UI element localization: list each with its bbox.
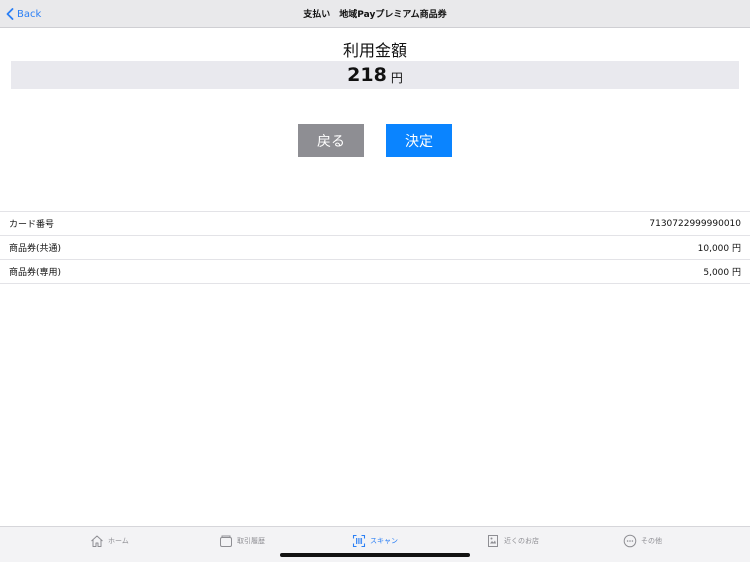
tab-scan[interactable]: スキャン: [352, 533, 398, 549]
voucher-common-label: 商品券(共通): [9, 244, 62, 254]
chevron-left-icon: [6, 8, 14, 20]
tab-history-label: 取引履歴: [237, 537, 265, 545]
back-button-label: Back: [17, 8, 42, 20]
page-title: 支払い 地域Payプレミアム商品券: [303, 10, 447, 20]
confirm-button[interactable]: 決定: [386, 124, 452, 157]
card-number-row: カード番号 7130722999990010: [0, 212, 750, 236]
card-number-value: 7130722999990010: [649, 218, 741, 229]
back-button[interactable]: Back: [6, 0, 41, 28]
tab-more-label: その他: [641, 537, 662, 545]
navigation-bar: Back 支払い 地域Payプレミアム商品券: [0, 0, 750, 28]
voucher-common-value: 10,000 円: [697, 244, 741, 254]
amount-label: 利用金額: [342, 41, 407, 60]
amount-unit: 円: [390, 71, 403, 85]
tab-more[interactable]: その他: [623, 533, 662, 549]
voucher-dedicated-row: 商品券(専用) 5,000 円: [0, 260, 750, 284]
amount-display: 218 円: [11, 61, 739, 89]
tab-scan-label: スキャン: [370, 537, 398, 545]
tab-home[interactable]: ホーム: [90, 533, 129, 549]
home-icon: [91, 535, 103, 547]
amount-value: 218: [347, 64, 387, 86]
voucher-common-row: 商品券(共通) 10,000 円: [0, 236, 750, 260]
back-action-button[interactable]: 戻る: [298, 124, 364, 157]
more-icon: [623, 534, 637, 548]
scan-icon: [352, 534, 366, 548]
home-indicator: [280, 553, 470, 557]
voucher-dedicated-label: 商品券(専用): [9, 268, 62, 278]
tab-nearby-shops-label: 近くのお店: [504, 537, 539, 545]
voucher-dedicated-value: 5,000 円: [703, 268, 741, 278]
card-number-label: カード番号: [9, 220, 55, 230]
main-content: 利用金額 218 円 戻る 決定 カード番号 7130722999990010 …: [0, 28, 750, 526]
tab-home-label: ホーム: [108, 537, 129, 545]
tab-nearby-shops[interactable]: 近くのお店: [486, 533, 539, 549]
wallet-icon: [220, 535, 232, 547]
card-info-list: カード番号 7130722999990010 商品券(共通) 10,000 円 …: [0, 211, 750, 284]
tab-history[interactable]: 取引履歴: [219, 533, 265, 549]
map-icon: [488, 535, 498, 547]
